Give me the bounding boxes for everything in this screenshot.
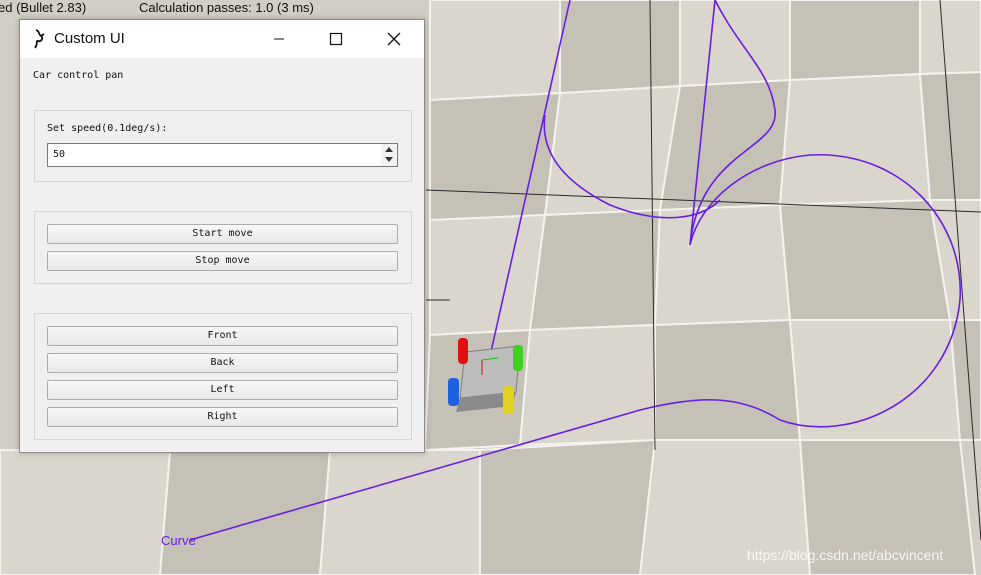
custom-ui-dialog: Custom UI Car control pan Set speed(0.1d… [19,19,425,453]
move-group: Start move Stop move [34,211,412,284]
calculation-passes-text: Calculation passes: 1.0 (3 ms) [139,0,314,15]
dialog-titlebar[interactable]: Custom UI [20,20,424,58]
speed-group: Set speed(0.1deg/s): 50 [34,110,412,182]
front-button[interactable]: Front [47,326,398,346]
direction-group: Front Back Left Right [34,313,412,440]
close-button[interactable] [370,20,416,58]
minimize-icon [274,38,284,40]
lizard-icon [34,29,45,49]
watermark-text: https://blog.csdn.net/abcvincent [747,547,944,563]
maximize-button[interactable] [312,20,358,58]
right-button[interactable]: Right [47,407,398,427]
engine-status-text: ed (Bullet 2.83) [0,0,87,15]
back-button[interactable]: Back [47,353,398,373]
left-button[interactable]: Left [47,380,398,400]
maximize-icon [329,32,343,46]
spin-down-arrow-icon[interactable] [381,155,397,166]
minimize-button[interactable] [256,20,302,58]
stop-move-button[interactable]: Stop move [47,251,398,271]
speed-spinbox[interactable]: 50 [47,143,398,167]
close-icon [387,32,401,46]
curve-label: Curve [161,533,196,548]
panel-label: Car control pan [33,70,124,81]
speed-label: Set speed(0.1deg/s): [47,123,168,134]
dialog-title: Custom UI [54,30,125,47]
start-move-button[interactable]: Start move [47,224,398,244]
speed-value[interactable]: 50 [53,149,65,160]
